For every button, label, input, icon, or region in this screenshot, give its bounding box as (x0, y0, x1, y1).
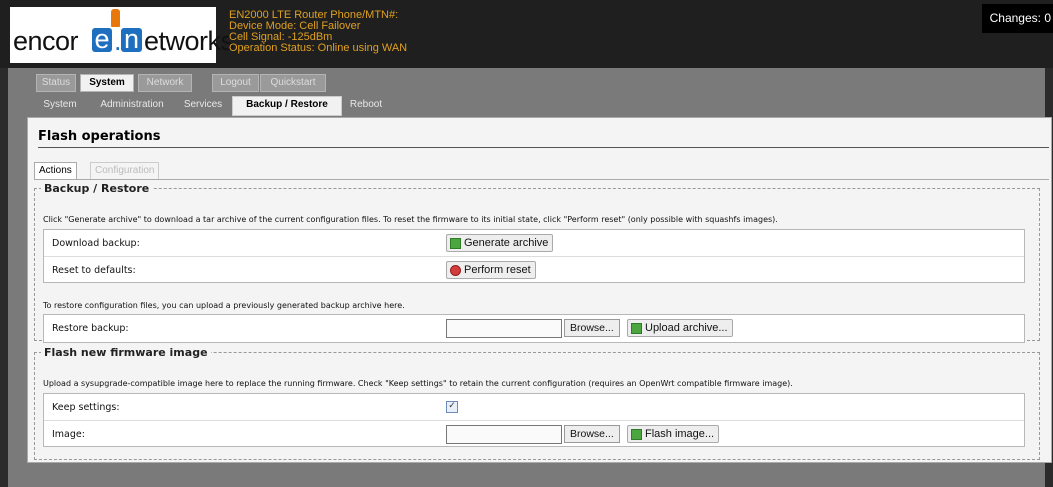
subtab-backup-restore[interactable]: Backup / Restore (232, 96, 342, 116)
perform-reset-label: Perform reset (464, 264, 531, 276)
title-divider (38, 147, 1049, 148)
restore-description: To restore configuration files, you can … (43, 301, 405, 310)
content-panel: Flash operations Actions Configuration B… (27, 117, 1052, 463)
tab-status[interactable]: Status (36, 74, 76, 92)
tab-logout[interactable]: Logout (212, 74, 259, 92)
flash-description: Upload a sysupgrade-compatible image her… (43, 379, 793, 388)
download-backup-label: Download backup: (52, 238, 140, 249)
backup-restore-section: Backup / Restore Click "Generate archive… (34, 182, 1040, 343)
restore-backup-row: Restore backup: Browse... Upload archive… (44, 315, 1024, 340)
keep-settings-row: Keep settings: ✓ (44, 394, 1024, 419)
logo-text-post: etworks (144, 26, 234, 56)
generate-archive-button[interactable]: Generate archive (446, 234, 554, 252)
download-backup-row: Download backup: Generate archive (44, 230, 1024, 255)
upload-archive-button[interactable]: Upload archive... (627, 319, 733, 337)
perform-reset-button[interactable]: Perform reset (446, 261, 536, 279)
logo-text-pre: encor (13, 26, 79, 56)
backup-options-box: Download backup: Generate archive Reset … (43, 229, 1025, 283)
image-file-input[interactable] (446, 425, 562, 444)
restore-browse-button[interactable]: Browse... (564, 319, 620, 337)
subtab-system[interactable]: System (36, 97, 84, 113)
changes-counter[interactable]: Changes: 0 (981, 4, 1053, 33)
backup-restore-legend: Backup / Restore (44, 182, 150, 195)
generate-archive-label: Generate archive (464, 237, 549, 249)
flash-firmware-section: Flash new firmware image Upload a sysupg… (34, 346, 1040, 460)
main-frame: Status System Network Logout Quickstart … (8, 68, 1052, 487)
add-icon (450, 238, 461, 249)
device-info: EN2000 LTE Router Phone/MTN#: Device Mod… (229, 10, 407, 54)
tab-network[interactable]: Network (138, 74, 192, 92)
reset-icon (450, 265, 461, 276)
flash-image-button[interactable]: Flash image... (627, 425, 720, 443)
operation-status: Operation Status: Online using WAN (229, 42, 408, 54)
tab-configuration[interactable]: Configuration (90, 162, 160, 180)
logo-dot: . (114, 26, 122, 56)
upload-archive-label: Upload archive... (645, 322, 728, 334)
flash-image-label: Flash image... (645, 428, 715, 440)
backup-description: Click "Generate archive" to download a t… (43, 215, 778, 224)
restore-box: Restore backup: Browse... Upload archive… (43, 314, 1025, 343)
logo-box-n: n (121, 26, 142, 53)
subtab-services[interactable]: Services (180, 97, 226, 113)
encore-networks-logo: encor e . n etworks (10, 7, 234, 63)
reset-defaults-label: Reset to defaults: (52, 265, 136, 276)
keep-settings-label: Keep settings: (52, 402, 120, 413)
logo-exclamation-icon (111, 9, 120, 27)
subtab-reboot[interactable]: Reboot (344, 97, 388, 113)
restore-backup-label: Restore backup: (52, 323, 129, 334)
image-label: Image: (52, 429, 85, 440)
logo-box-e: e (92, 26, 112, 53)
tabs-divider (38, 179, 1049, 180)
image-row: Image: Browse... Flash image... (44, 420, 1024, 446)
flash-icon (631, 429, 642, 440)
tab-actions[interactable]: Actions (34, 162, 77, 180)
flash-options-box: Keep settings: ✓ Image: Browse... Flash … (43, 393, 1025, 447)
header-bar: encor e . n etworks EN2000 LTE Router Ph… (0, 0, 1053, 68)
page-title: Flash operations (38, 129, 161, 144)
tab-quickstart[interactable]: Quickstart (260, 74, 326, 92)
reset-defaults-row: Reset to defaults: Perform reset (44, 256, 1024, 282)
upload-icon (631, 323, 642, 334)
restore-file-input[interactable] (446, 319, 562, 338)
keep-settings-checkbox[interactable]: ✓ (446, 401, 458, 413)
flash-firmware-legend: Flash new firmware image (44, 346, 208, 359)
image-browse-button[interactable]: Browse... (564, 425, 620, 443)
subtab-administration[interactable]: Administration (90, 97, 174, 113)
tab-system[interactable]: System (80, 74, 134, 92)
